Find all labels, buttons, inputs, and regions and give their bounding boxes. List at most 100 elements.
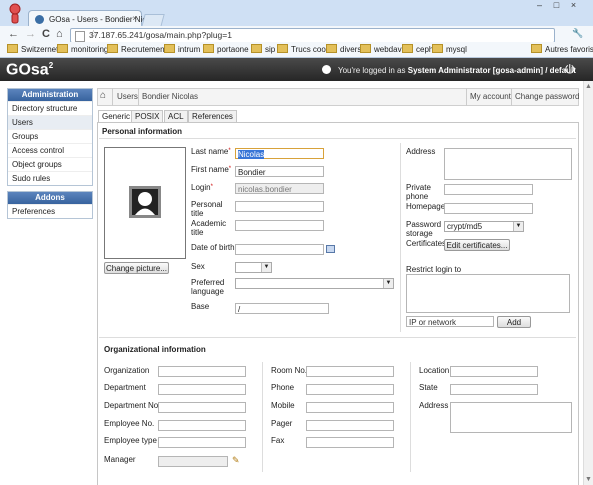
date-of-birth-input[interactable] — [235, 244, 324, 255]
fax-input[interactable] — [306, 437, 394, 448]
change-picture-button[interactable]: Change picture... — [104, 262, 169, 274]
sidebar-admin-title: Administration — [8, 89, 92, 101]
tab-close-icon[interactable]: × — [132, 14, 137, 23]
address-bar[interactable]: 37.187.65.241/gosa/main.php?plug=1 ☆ — [70, 28, 555, 43]
sidebar-addons: Addons Preferences — [7, 191, 93, 219]
mobile-input[interactable] — [306, 402, 394, 413]
state-input[interactable] — [450, 384, 538, 395]
employee-no-label: Employee No. — [104, 419, 155, 428]
homepage-label: Homepage — [406, 202, 446, 211]
home-icon[interactable]: ⌂ — [100, 90, 106, 101]
pager-input[interactable] — [306, 420, 394, 431]
edit-pencil-icon[interactable]: ✎ — [232, 455, 240, 466]
folder-icon — [164, 44, 175, 53]
minimize-button[interactable]: – — [531, 0, 548, 14]
chevron-down-icon: ▼ — [261, 263, 271, 272]
folder-icon — [251, 44, 262, 53]
last-name-input[interactable]: Nicolas — [235, 148, 324, 159]
manager-input[interactable] — [158, 456, 228, 467]
reload-icon[interactable]: C — [42, 28, 50, 40]
bookmark-monitoring[interactable]: monitoring — [57, 44, 108, 54]
login-label: Login — [191, 183, 213, 192]
sidebar-item-preferences[interactable]: Preferences — [8, 204, 92, 218]
bookmark-portaone[interactable]: portaone — [203, 44, 249, 54]
sidebar-item-directory[interactable]: Directory structure — [8, 101, 92, 115]
bookmark-divers[interactable]: divers — [326, 44, 361, 54]
room-no-input[interactable] — [306, 366, 394, 377]
preferred-language-select[interactable]: ▼ — [235, 278, 394, 289]
sidebar-item-access-control[interactable]: Access control — [8, 143, 92, 157]
preferred-language-label: Preferred language — [191, 278, 225, 296]
address-textarea[interactable] — [444, 148, 572, 180]
page-scrollbar[interactable]: ▲ ▼ — [583, 81, 593, 485]
manager-label: Manager — [104, 455, 136, 464]
employee-type-input[interactable] — [158, 437, 246, 448]
wrench-icon[interactable]: 🔧 — [572, 28, 583, 39]
ip-network-input[interactable]: IP or network — [406, 316, 494, 327]
pager-label: Pager — [271, 419, 293, 428]
change-password-link[interactable]: Change password — [515, 92, 579, 101]
org-address-textarea[interactable] — [450, 402, 572, 433]
folder-icon — [432, 44, 443, 53]
password-storage-label: Password storage — [406, 220, 442, 238]
login-input[interactable]: nicolas.bondier — [235, 183, 324, 194]
home-icon[interactable]: ⌂ — [56, 28, 63, 40]
private-phone-input[interactable] — [444, 184, 533, 195]
bookmark-webdav[interactable]: webdav — [360, 44, 402, 54]
sidebar-item-users[interactable]: Users — [8, 115, 92, 129]
restrict-login-label: Restrict login to — [406, 265, 462, 274]
room-no-label: Room No. — [271, 366, 308, 375]
department-no-input[interactable] — [158, 402, 246, 413]
phone-input[interactable] — [306, 384, 394, 395]
sidebar-item-object-groups[interactable]: Object groups — [8, 157, 92, 171]
folder-icon — [57, 44, 68, 53]
sidebar-item-sudo-rules[interactable]: Sudo rules — [8, 171, 92, 185]
add-ip-button[interactable]: Add — [497, 316, 531, 328]
academic-title-label: Academic title — [191, 219, 227, 237]
restrict-login-list[interactable] — [406, 274, 570, 313]
location-input[interactable] — [450, 366, 538, 377]
edit-certificates-button[interactable]: Edit certificates... — [444, 239, 510, 251]
calendar-icon[interactable] — [326, 245, 335, 253]
bookmark-ceph[interactable]: ceph — [402, 44, 433, 54]
bookmark-intrum[interactable]: intrum — [164, 44, 200, 54]
password-storage-select[interactable]: crypt/md5 ▼ — [444, 221, 524, 232]
sidebar-addons-title: Addons — [8, 192, 92, 204]
scroll-up-icon[interactable]: ▲ — [585, 83, 592, 90]
mobile-label: Mobile — [271, 401, 295, 410]
sex-label: Sex — [191, 262, 205, 271]
bookmark-mysql[interactable]: mysql — [432, 44, 467, 54]
breadcrumb-user-name: Bondier Nicolas — [142, 92, 199, 101]
bookmark-switzernet[interactable]: Switzernet — [7, 44, 58, 54]
department-input[interactable] — [158, 384, 246, 395]
folder-icon — [531, 44, 542, 53]
organization-input[interactable] — [158, 366, 246, 377]
personal-title-input[interactable] — [235, 201, 324, 212]
forward-icon[interactable]: → — [25, 28, 36, 40]
my-account-link[interactable]: My account — [470, 92, 511, 101]
back-icon[interactable]: ← — [8, 28, 19, 40]
first-name-input[interactable]: Bondier — [235, 166, 324, 177]
homepage-input[interactable] — [444, 203, 533, 214]
logout-power-icon[interactable]: ⏻ — [565, 62, 575, 77]
close-window-button[interactable]: × — [565, 0, 582, 14]
bookmark-other[interactable]: Autres favoris — [531, 44, 593, 54]
page-icon — [75, 31, 85, 42]
user-picture — [104, 147, 186, 259]
academic-title-input[interactable] — [235, 220, 324, 231]
certificates-label: Certificates — [406, 239, 447, 248]
base-input[interactable]: / — [235, 303, 329, 314]
sidebar-item-groups[interactable]: Groups — [8, 129, 92, 143]
breadcrumb-users[interactable]: Users — [117, 92, 138, 101]
bookmark-sip[interactable]: sip — [251, 44, 275, 54]
bookmark-recrutement[interactable]: Recrutement — [107, 44, 167, 54]
bookmark-trucs-cool[interactable]: Trucs cool — [277, 44, 328, 54]
employee-no-input[interactable] — [158, 420, 246, 431]
sex-select[interactable]: ▼ — [235, 262, 272, 273]
department-label: Department — [104, 383, 146, 392]
bookmark-star-icon[interactable]: ☆ — [89, 29, 551, 40]
first-name-label: First name — [191, 165, 231, 174]
maximize-button[interactable]: □ — [548, 0, 565, 14]
employee-type-label: Employee type — [104, 436, 157, 445]
scroll-down-icon[interactable]: ▼ — [585, 476, 592, 483]
